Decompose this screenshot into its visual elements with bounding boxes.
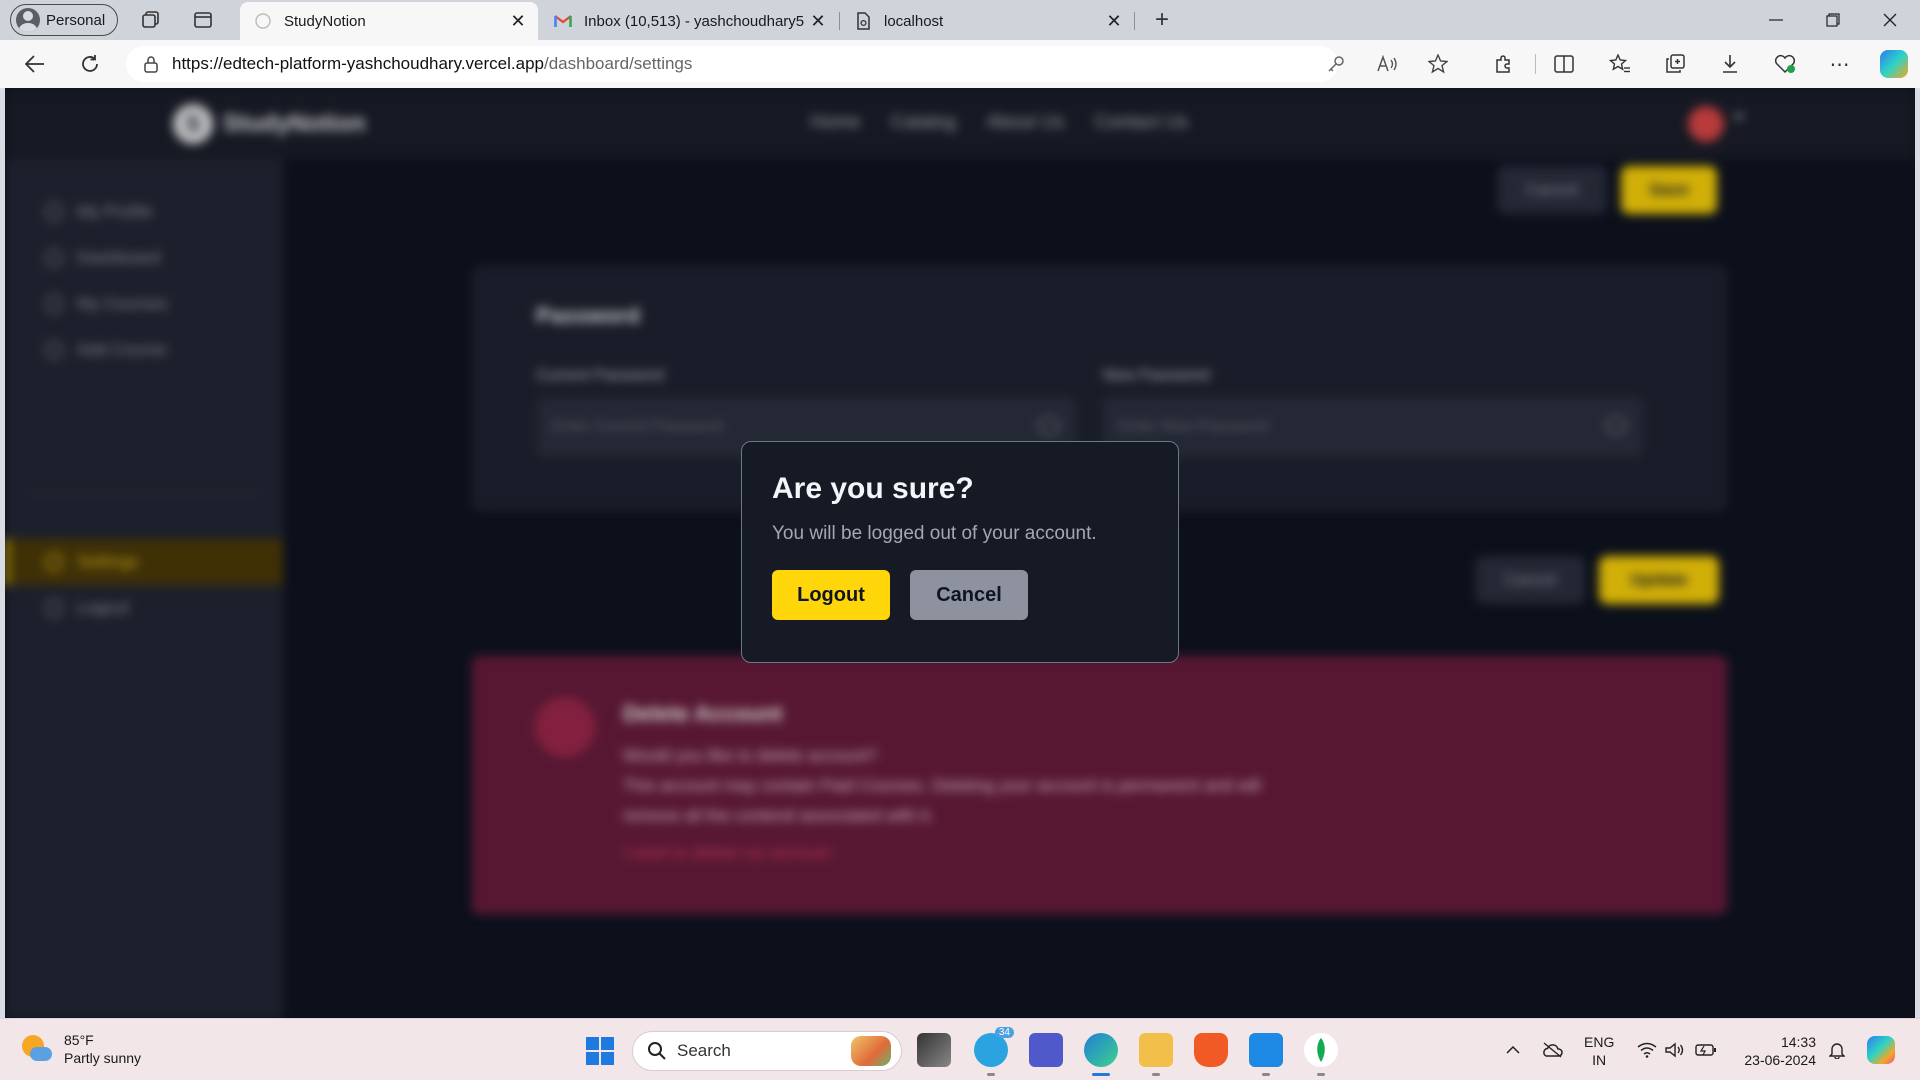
refresh-icon[interactable] <box>77 51 103 77</box>
telegram-badge: 34 <box>994 1027 1014 1038</box>
minimize-icon[interactable] <box>1762 6 1790 34</box>
tab-localhost[interactable]: localhost ✕ <box>840 2 1134 40</box>
onedrive-icon[interactable] <box>1540 1037 1564 1063</box>
weather-condition: Partly sunny <box>64 1050 142 1066</box>
language-label: ENG <box>1584 1034 1615 1050</box>
url-field[interactable]: https://edtech-platform-yashchoudhary.ve… <box>126 46 1338 82</box>
weather-temp: 85°F <box>64 1032 94 1048</box>
close-window-icon[interactable] <box>1876 6 1904 34</box>
cancel-button[interactable]: Cancel <box>910 570 1028 620</box>
favorite-star-icon[interactable] <box>1425 51 1451 77</box>
brave-icon[interactable] <box>1194 1033 1228 1067</box>
browser-essentials-icon[interactable] <box>1772 51 1798 77</box>
profile-avatar-icon <box>16 8 40 32</box>
clock-time: 14:33 <box>1780 1034 1816 1050</box>
volume-icon[interactable] <box>1664 1037 1686 1063</box>
downloads-icon[interactable] <box>1717 51 1743 77</box>
favorites-icon[interactable] <box>1607 51 1633 77</box>
url-host: https://edtech-platform-yashchoudhary.ve… <box>172 54 544 73</box>
extensions-icon[interactable] <box>1491 51 1517 77</box>
restore-icon[interactable] <box>1819 6 1847 34</box>
back-icon[interactable] <box>22 51 48 77</box>
modal-message: You will be logged out of your account. <box>772 523 1097 544</box>
password-key-icon[interactable] <box>1323 51 1349 77</box>
toolbar-separator <box>1535 54 1536 74</box>
chevron-up-icon[interactable] <box>1502 1037 1524 1063</box>
taskbar-search[interactable]: Search <box>632 1031 902 1071</box>
search-icon <box>648 1042 666 1060</box>
more-options-icon[interactable]: ⋯ <box>1827 51 1853 77</box>
close-tab-icon[interactable]: ✕ <box>506 9 530 33</box>
tab-studynotion[interactable]: StudyNotion ✕ <box>240 2 538 40</box>
system-clock[interactable]: 14:33 23-06-2024 <box>1738 1033 1816 1069</box>
tab-title: localhost <box>884 12 944 30</box>
battery-icon[interactable] <box>1694 1037 1718 1063</box>
logout-confirmation-modal: Are you sure? You will be logged out of … <box>741 441 1179 663</box>
wifi-icon[interactable] <box>1636 1037 1658 1063</box>
logout-button[interactable]: Logout <box>772 570 890 620</box>
search-highlight-icon <box>851 1036 891 1066</box>
workspaces-icon[interactable] <box>139 8 163 32</box>
url-path: /dashboard/settings <box>544 54 693 73</box>
tab-title: StudyNotion <box>284 12 366 30</box>
tab-title: Inbox (10,513) - yashchoudhary5 <box>584 12 805 30</box>
copilot-taskbar-icon[interactable] <box>1866 1036 1896 1064</box>
weather-widget[interactable]: 85°F Partly sunny <box>20 1031 141 1067</box>
windows-start-icon[interactable] <box>586 1037 614 1065</box>
file-explorer-icon[interactable] <box>1139 1033 1173 1067</box>
task-view-icon[interactable] <box>917 1033 951 1067</box>
telegram-icon[interactable]: 34 <box>974 1027 1014 1067</box>
profile-button[interactable]: Personal <box>10 4 118 36</box>
mongodb-icon[interactable] <box>1304 1033 1338 1067</box>
profile-label: Personal <box>46 11 106 29</box>
running-indicator <box>987 1073 995 1076</box>
region-label: IN <box>1592 1052 1607 1068</box>
split-screen-icon[interactable] <box>1551 51 1577 77</box>
running-indicator <box>1262 1073 1270 1076</box>
collections-icon[interactable] <box>1662 51 1688 77</box>
running-indicator <box>1317 1073 1325 1076</box>
teams-icon[interactable] <box>1029 1033 1063 1067</box>
running-indicator <box>1152 1073 1160 1076</box>
active-app-indicator <box>1092 1073 1110 1076</box>
close-tab-icon[interactable]: ✕ <box>806 9 830 33</box>
browser-tab-bar: Personal StudyNotion ✕ Inbox (10,513) - … <box>0 0 1920 40</box>
tab-separator <box>1134 12 1135 30</box>
input-language[interactable]: ENG IN <box>1584 1033 1614 1069</box>
page-icon <box>854 12 872 30</box>
studynotion-favicon-icon <box>254 12 272 30</box>
tab-gmail[interactable]: Inbox (10,513) - yashchoudhary5 ✕ <box>540 2 838 40</box>
partly-sunny-icon <box>20 1033 52 1065</box>
tab-actions-icon[interactable] <box>191 8 215 32</box>
modal-title: Are you sure? <box>772 472 974 505</box>
notification-bell-icon[interactable] <box>1826 1037 1848 1063</box>
gmail-icon <box>554 12 572 30</box>
clock-date: 23-06-2024 <box>1744 1052 1816 1068</box>
vscode-icon[interactable] <box>1249 1033 1283 1067</box>
edge-icon[interactable] <box>1084 1033 1118 1067</box>
address-toolbar: https://edtech-platform-yashchoudhary.ve… <box>0 40 1920 88</box>
search-label: Search <box>677 1041 731 1060</box>
modal-actions: Logout Cancel <box>772 570 1148 620</box>
read-aloud-icon[interactable] <box>1375 51 1401 77</box>
lock-icon <box>144 55 158 73</box>
windows-taskbar: 85°F Partly sunny Search 34 ENG IN 14:33… <box>0 1018 1920 1080</box>
close-tab-icon[interactable]: ✕ <box>1102 9 1126 33</box>
new-tab-icon[interactable]: + <box>1150 6 1174 33</box>
copilot-icon[interactable] <box>1880 50 1908 78</box>
